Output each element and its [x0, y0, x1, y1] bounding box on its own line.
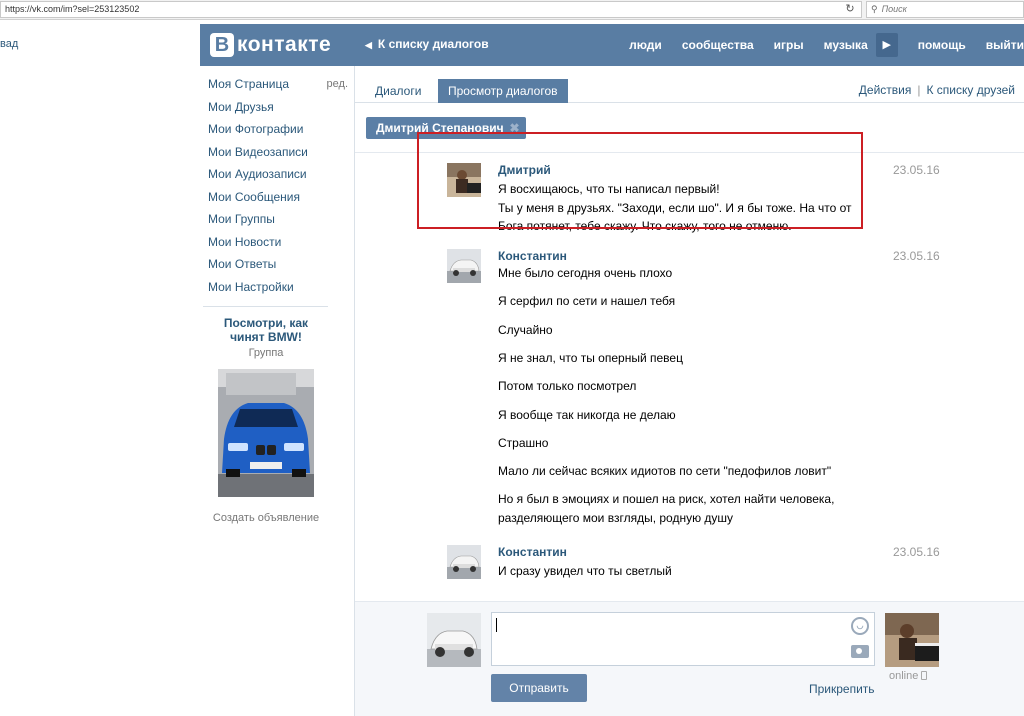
message-text: Случайно [498, 323, 553, 337]
message-text: Я восхищаюсь, что ты написал первый! [498, 182, 720, 196]
message-text: Я серфил по сети и нашел тебя [498, 294, 676, 308]
peer-avatar[interactable] [885, 613, 939, 667]
back-to-dialogs-link[interactable]: ◀ К списку диалогов [365, 37, 489, 51]
message-text: Страшно [498, 436, 549, 450]
message-date: 23.05.16 [893, 163, 940, 177]
play-icon[interactable]: ▶ [875, 33, 898, 57]
close-icon[interactable]: ✖ [510, 121, 520, 135]
tab-dialogs[interactable]: Диалоги [365, 79, 431, 103]
promo-title[interactable]: Посмотри, как чинят BMW! [208, 316, 324, 344]
online-label: online [889, 670, 919, 682]
tab-view-dialogs[interactable]: Просмотр диалогов [438, 79, 568, 103]
text-caret [496, 618, 497, 632]
message-author[interactable]: Константин [498, 545, 567, 559]
conversation-chip[interactable]: Дмитрий Степанович ✖ [366, 117, 526, 139]
sidebar-item-label: Моя Страница [208, 77, 290, 91]
message-date: 23.05.16 [893, 545, 940, 559]
message-text: Ты у меня в друзьях. "Заходи, если шо". … [498, 201, 852, 215]
vk-logo[interactable]: В контакте [210, 31, 331, 59]
dialogs-panel: Диалоги Просмотр диалогов Действия | К спи… [354, 66, 1024, 716]
vk-logo-icon: В [210, 33, 234, 57]
message-date: 23.05.16 [893, 249, 940, 263]
message-text: Мне было сегодня очень плохо [498, 266, 673, 280]
avatar[interactable] [447, 249, 481, 283]
left-edge-text[interactable]: вад [0, 38, 18, 50]
sidebar-item-settings[interactable]: Мои Настройки [208, 279, 348, 302]
dialogs-tabs: Диалоги Просмотр диалогов Действия | К спи… [355, 66, 1024, 103]
sidebar-item-friends[interactable]: Мои Друзья [208, 99, 348, 122]
sidebar-item-groups[interactable]: Мои Группы [208, 211, 348, 234]
browser-search-input[interactable]: ⚲ Поиск [866, 1, 1024, 18]
my-avatar[interactable] [427, 613, 481, 667]
nav-music[interactable]: музыка [824, 38, 868, 52]
search-placeholder: Поиск [881, 4, 907, 14]
top-navigation: люди сообщества игры музыка ▶ помощь вый… [629, 24, 1024, 66]
message-text: Я вообще так никогда не делаю [498, 408, 676, 422]
friends-list-link[interactable]: К списку друзей [926, 83, 1015, 97]
nav-help[interactable]: помощь [918, 38, 966, 52]
sidebar-item-photos[interactable]: Мои Фотографии [208, 121, 348, 144]
message-history[interactable]: Дмитрий 23.05.16 Я восхищаюсь, что ты на… [355, 153, 1024, 601]
address-bar[interactable]: https://vk.com/im?sel=253123502 [0, 1, 862, 18]
separator: | [917, 83, 921, 97]
sidebar-menu: Моя Страница ред. Мои Друзья Мои Фотограф… [208, 76, 348, 301]
attach-link[interactable]: Прикрепить [809, 682, 875, 696]
mobile-icon [921, 671, 928, 680]
edit-link[interactable]: ред. [327, 76, 348, 92]
search-icon: ⚲ [871, 4, 878, 14]
reload-icon[interactable]: ↻ [842, 2, 858, 16]
chip-name: Дмитрий Степанович [376, 121, 504, 135]
sidebar-item-messages[interactable]: Мои Сообщения [208, 189, 348, 212]
back-to-dialogs-label: К списку диалогов [377, 37, 489, 51]
nav-people[interactable]: люди [629, 38, 662, 52]
browser-toolbar: https://vk.com/im?sel=253123502 ↻ ⚲ Поиск [0, 0, 1024, 20]
sidebar-item-audio[interactable]: Мои Аудиозаписи [208, 166, 348, 189]
sidebar-divider [203, 306, 328, 307]
nav-logout[interactable]: выйти [986, 38, 1024, 52]
message-author[interactable]: Дмитрий [498, 163, 551, 177]
message-text: Но я был в эмоциях и пошел на риск, хоте… [498, 492, 835, 506]
emoji-icon[interactable]: ◡ [851, 617, 869, 635]
message-text: Мало ли сейчас всяких идиотов по сети "п… [498, 464, 832, 478]
actions-link[interactable]: Действия [859, 83, 912, 97]
avatar[interactable] [447, 163, 481, 197]
message-text: Бога потянет, тебе скажу. Что скажу, тог… [498, 219, 792, 233]
sidebar-item-news[interactable]: Мои Новости [208, 234, 348, 257]
nav-communities[interactable]: сообщества [682, 38, 754, 52]
message-composer: ◡ Отправить Прикрепить online [355, 601, 1024, 716]
sidebar-item-my-page[interactable]: Моя Страница ред. [208, 76, 348, 99]
message-text: Я не знал, что ты оперный певец [498, 351, 683, 365]
sidebar-item-videos[interactable]: Мои Видеозаписи [208, 144, 348, 167]
chevron-left-icon: ◀ [365, 40, 372, 50]
create-ad-link[interactable]: Создать объявление [208, 512, 324, 524]
tab-actions: Действия | К списку друзей [859, 83, 1015, 97]
message-text: Потом только посмотрел [498, 379, 637, 393]
message-text: разделяющего мои взгляды, родную душу [498, 511, 734, 525]
send-button[interactable]: Отправить [491, 674, 587, 702]
sidebar-item-answers[interactable]: Мои Ответы [208, 256, 348, 279]
nav-games[interactable]: игры [774, 38, 804, 52]
site-header: В контакте ◀ К списку диалогов люди сообщ… [200, 24, 1024, 66]
avatar[interactable] [447, 545, 481, 579]
camera-icon[interactable] [851, 645, 869, 658]
promo-subtitle: Группа [248, 347, 284, 359]
promo-car-image[interactable] [218, 369, 314, 497]
message-author[interactable]: Константин [498, 249, 567, 263]
online-status: online [889, 670, 928, 682]
message-text: И сразу увидел что ты светлый [498, 564, 672, 578]
message-input[interactable]: ◡ [491, 612, 875, 666]
vk-logo-text: контакте [237, 33, 332, 56]
